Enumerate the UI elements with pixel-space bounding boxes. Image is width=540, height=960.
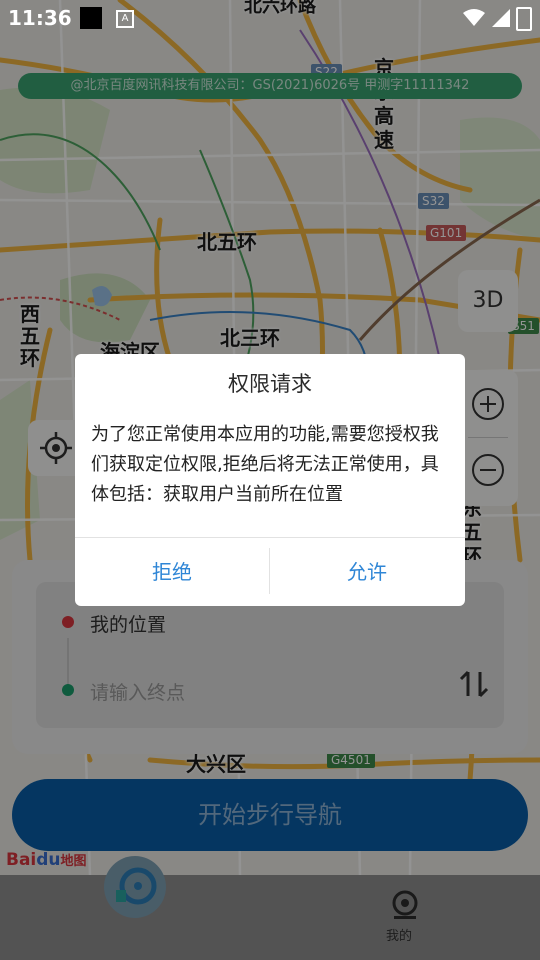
dialog-title: 权限请求	[228, 372, 312, 396]
signal-icon	[492, 9, 510, 27]
dialog-message: 为了您正常使用本应用的功能,需要您授权我们获取定位权限,拒绝后将无法正常使用，具…	[91, 424, 439, 505]
allow-button[interactable]: 允许	[270, 538, 464, 606]
battery-icon	[516, 7, 532, 31]
notification-icon	[80, 7, 102, 29]
keyboard-a-icon: A	[116, 10, 134, 28]
status-time: 11:36	[8, 6, 72, 30]
wifi-icon	[463, 9, 485, 26]
status-bar: 11:36 A	[0, 0, 540, 36]
permission-dialog: 权限请求 为了您正常使用本应用的功能,需要您授权我们获取定位权限,拒绝后将无法正…	[75, 354, 465, 606]
deny-button[interactable]: 拒绝	[75, 538, 269, 606]
